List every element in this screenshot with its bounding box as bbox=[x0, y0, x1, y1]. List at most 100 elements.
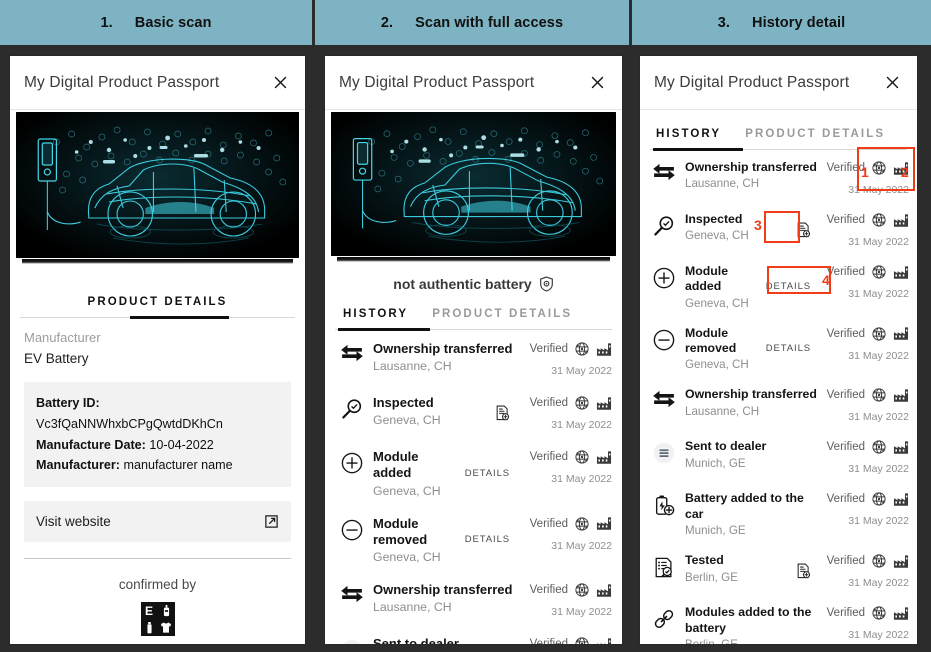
blockchain-verify-icon[interactable] bbox=[871, 605, 887, 621]
blockchain-verify-icon[interactable] bbox=[871, 212, 887, 228]
blockchain-verify-icon[interactable] bbox=[871, 264, 887, 280]
manufacturer-building-icon[interactable] bbox=[893, 492, 909, 507]
history-row-location: Geneva, CH bbox=[373, 484, 459, 498]
authenticity-status: not authentic battery bbox=[325, 262, 622, 298]
history-row-text: Module addedGeneva, CH bbox=[367, 449, 459, 498]
blockchain-verify-icon[interactable] bbox=[871, 160, 887, 176]
history-row-location: Geneva, CH bbox=[685, 229, 790, 242]
history-row[interactable]: Ownership transferredLausanne, CHVerifie… bbox=[640, 152, 917, 204]
panel-basic-scan: My Digital Product Passport bbox=[0, 48, 315, 652]
history-row-date: 31 May 2022 bbox=[848, 184, 909, 196]
history-row-title: Inspected bbox=[373, 395, 489, 411]
manufacturer-building-icon[interactable] bbox=[596, 450, 612, 465]
blockchain-verify-icon[interactable] bbox=[871, 491, 887, 507]
manufacturer-building-icon[interactable] bbox=[893, 440, 909, 455]
app-title-1: My Digital Product Passport bbox=[24, 74, 269, 92]
manufacturer-building-icon[interactable] bbox=[596, 637, 612, 645]
app-bar-1: My Digital Product Passport bbox=[10, 56, 305, 110]
details-link[interactable]: DETAILS bbox=[760, 281, 817, 292]
history-row-text: Module removedGeneva, CH bbox=[367, 516, 459, 565]
manufacturer-building-icon[interactable] bbox=[893, 161, 909, 176]
history-row[interactable]: Module removedGeneva, CHDETAILSVerified3… bbox=[640, 318, 917, 380]
history-row-date: 31 May 2022 bbox=[848, 577, 909, 589]
close-icon[interactable] bbox=[881, 72, 903, 94]
manufacturer-building-icon[interactable] bbox=[893, 265, 909, 280]
manufacturer-building-icon[interactable] bbox=[893, 388, 909, 403]
close-icon[interactable] bbox=[586, 72, 608, 94]
history-row-status: Verified31 May 2022 bbox=[817, 387, 909, 423]
dealer-list-icon bbox=[649, 439, 679, 464]
details-link[interactable]: DETAILS bbox=[459, 534, 516, 545]
blockchain-verify-icon[interactable] bbox=[871, 387, 887, 403]
close-icon[interactable] bbox=[269, 72, 291, 94]
phone-screen-2: My Digital Product Passport bbox=[325, 56, 622, 644]
tab-history-3[interactable]: HISTORY bbox=[652, 118, 725, 149]
manufacturer-building-icon[interactable] bbox=[596, 583, 612, 598]
details-link[interactable]: DETAILS bbox=[459, 468, 516, 479]
history-row[interactable]: Sent to dealerMunich, GEVerified31 May 2… bbox=[325, 627, 622, 644]
caption-number-2: 2. bbox=[381, 15, 393, 31]
history-row[interactable]: Sent to dealerMunich, GEVerified31 May 2… bbox=[640, 431, 917, 483]
history-row-text: InspectedGeneva, CH bbox=[679, 212, 790, 242]
history-row[interactable]: InspectedGeneva, CHVerified31 May 2022 bbox=[640, 204, 917, 256]
tab-history-2[interactable]: HISTORY bbox=[339, 298, 412, 329]
history-row-status: Verified31 May 2022 bbox=[817, 605, 909, 641]
manufacturer-building-icon[interactable] bbox=[893, 213, 909, 228]
tab-product-details-3[interactable]: PRODUCT DETAILS bbox=[741, 118, 889, 149]
history-row-location: Geneva, CH bbox=[373, 550, 459, 564]
blockchain-verify-icon[interactable] bbox=[574, 341, 590, 357]
document-attachment-icon[interactable] bbox=[790, 222, 817, 238]
blockchain-verify-icon[interactable] bbox=[574, 582, 590, 598]
app-bar-2: My Digital Product Passport bbox=[325, 56, 622, 110]
history-row-status: Verified31 May 2022 bbox=[817, 491, 909, 527]
manufacturer-building-icon[interactable] bbox=[596, 342, 612, 357]
history-row-title: Module added bbox=[685, 264, 760, 295]
tab-product-details-2[interactable]: PRODUCT DETAILS bbox=[428, 298, 576, 329]
history-row[interactable]: Modules added to the batteryBerlin, GEVe… bbox=[640, 597, 917, 644]
manufacturer-building-icon[interactable] bbox=[893, 554, 909, 569]
blockchain-verify-icon[interactable] bbox=[574, 516, 590, 532]
manufacturer-label: Manufacturer bbox=[24, 330, 291, 345]
history-row[interactable]: Module addedGeneva, CHDETAILSVerified31 … bbox=[325, 440, 622, 507]
manufacturer-building-icon[interactable] bbox=[893, 326, 909, 341]
manufacturer-building-icon[interactable] bbox=[893, 606, 909, 621]
history-row-title: Battery added to the car bbox=[685, 491, 817, 522]
app-bar-3: My Digital Product Passport bbox=[640, 56, 917, 110]
history-row[interactable]: Ownership transferredLausanne, CHVerifie… bbox=[325, 573, 622, 627]
tab-active-indicator-3 bbox=[653, 148, 743, 151]
status-badge: Verified bbox=[827, 328, 865, 340]
history-row-date: 31 May 2022 bbox=[551, 419, 612, 431]
caption-label-1: Basic scan bbox=[135, 15, 212, 31]
document-attachment-icon[interactable] bbox=[489, 405, 516, 421]
history-row-date: 31 May 2022 bbox=[551, 540, 612, 552]
history-row[interactable]: Module removedGeneva, CHDETAILSVerified3… bbox=[325, 507, 622, 574]
history-row[interactable]: Ownership transferredLausanne, CHVerifie… bbox=[325, 332, 622, 386]
tab-product-details-1[interactable]: PRODUCT DETAILS bbox=[84, 286, 232, 317]
visit-website-label: Visit website bbox=[36, 514, 264, 529]
blockchain-verify-icon[interactable] bbox=[871, 439, 887, 455]
history-row-title: Ownership transferred bbox=[685, 160, 817, 175]
blockchain-verify-icon[interactable] bbox=[574, 636, 590, 644]
history-row[interactable]: InspectedGeneva, CHVerified31 May 2022 bbox=[325, 386, 622, 440]
caption-number-1: 1. bbox=[100, 15, 112, 31]
history-row-text: Ownership transferredLausanne, CH bbox=[367, 341, 516, 373]
shield-alert-icon bbox=[539, 276, 554, 292]
history-row[interactable]: TestedBerlin, GEVerified31 May 2022 bbox=[640, 545, 917, 597]
visit-website-row[interactable]: Visit website bbox=[24, 501, 291, 542]
caption-label-2: Scan with full access bbox=[415, 15, 563, 31]
document-attachment-icon[interactable] bbox=[790, 563, 817, 579]
manufacturer-building-icon[interactable] bbox=[596, 516, 612, 531]
manufacturer-building-icon[interactable] bbox=[596, 396, 612, 411]
history-row-location: Lausanne, CH bbox=[373, 600, 516, 614]
blockchain-verify-icon[interactable] bbox=[574, 449, 590, 465]
history-row[interactable]: Battery added to the carMunich, GEVerifi… bbox=[640, 483, 917, 545]
blockchain-verify-icon[interactable] bbox=[574, 395, 590, 411]
history-row-status: Verified31 May 2022 bbox=[817, 439, 909, 475]
blockchain-verify-icon[interactable] bbox=[871, 553, 887, 569]
history-row[interactable]: Module addedGeneva, CHDETAILSVerified31 … bbox=[640, 256, 917, 318]
tabs-panel1: PRODUCT DETAILS bbox=[10, 286, 305, 317]
history-row[interactable]: Ownership transferredLausanne, CHVerifie… bbox=[640, 379, 917, 431]
blockchain-verify-icon[interactable] bbox=[871, 326, 887, 342]
history-list-2: Ownership transferredLausanne, CHVerifie… bbox=[325, 330, 622, 644]
details-link[interactable]: DETAILS bbox=[760, 343, 817, 354]
